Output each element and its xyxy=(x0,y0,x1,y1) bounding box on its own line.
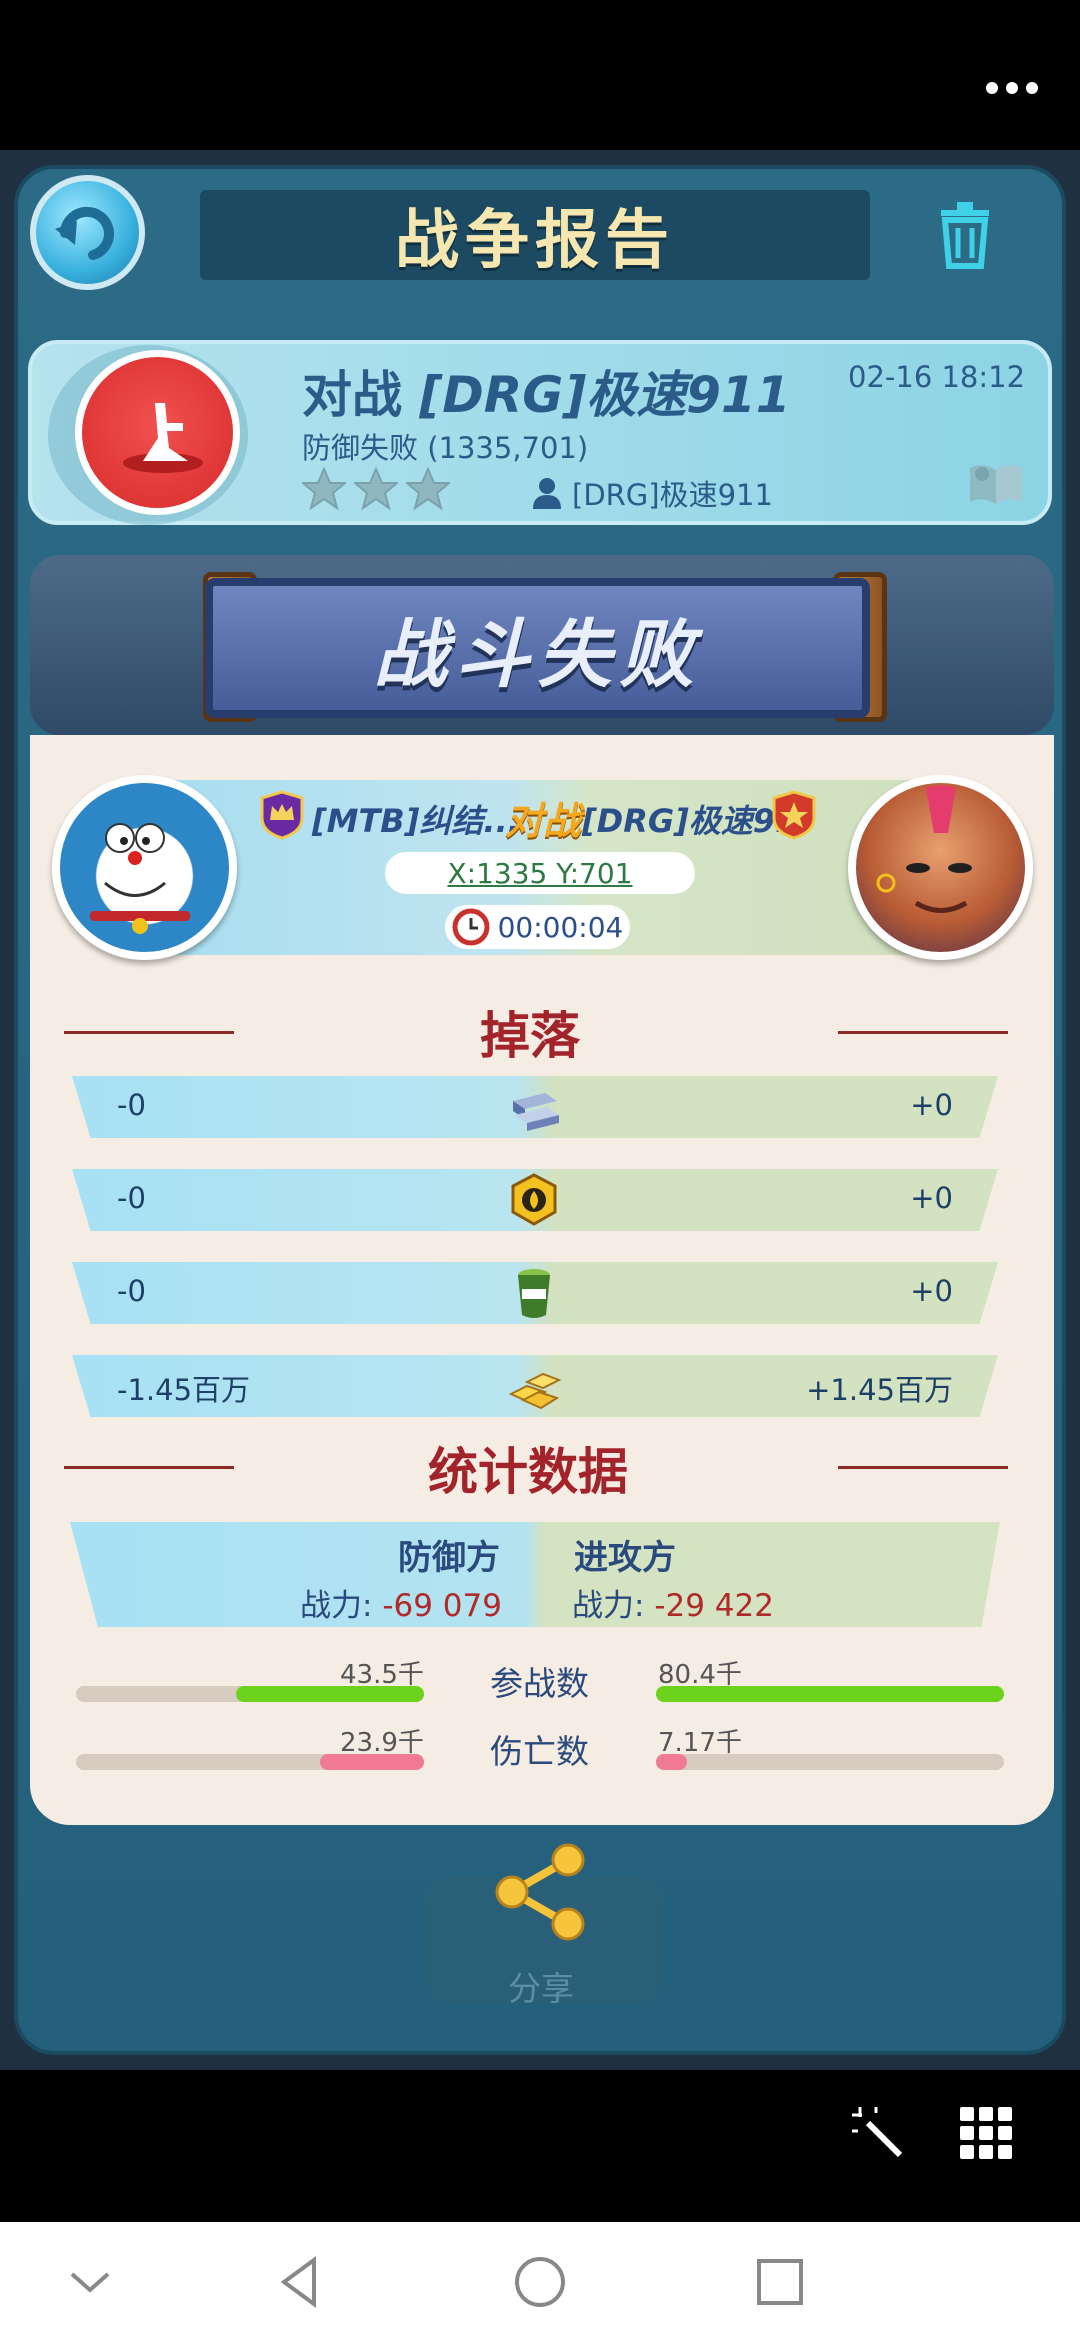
player-name: [DRG]极速911 xyxy=(572,478,773,512)
stats-title: 统计数据 xyxy=(428,1443,628,1501)
defender-power-value: -69 079 xyxy=(382,1588,502,1624)
report-result: 防御失败 (1335,701) xyxy=(302,431,589,465)
casualties-label: 伤亡数 xyxy=(490,1732,589,1771)
trash-icon[interactable] xyxy=(935,200,995,270)
drop-left-value: -1.45百万 xyxy=(117,1373,251,1407)
back-button[interactable] xyxy=(30,175,145,290)
magic-wand-icon[interactable] xyxy=(850,2105,905,2160)
opponent-name: [DRG]极速911 xyxy=(419,366,791,424)
replay-book-icon[interactable] xyxy=(968,460,1024,506)
attacker-power: 战力: -29 422 xyxy=(572,1580,774,1625)
casualties-right-bar xyxy=(656,1754,1004,1770)
recents-square-icon[interactable] xyxy=(750,2252,810,2312)
star-rating xyxy=(302,467,450,511)
battle-coordinates-link[interactable]: X:1335 Y:701 xyxy=(385,852,695,894)
drop-left-value: -0 xyxy=(117,1274,146,1308)
defender-name: [MTB]纠结... xyxy=(312,802,520,840)
crown-rank-icon xyxy=(260,790,304,840)
casualties-right-fill xyxy=(656,1754,688,1770)
stats-band xyxy=(70,1522,1000,1627)
divider xyxy=(838,1466,1008,1469)
home-circle-icon[interactable] xyxy=(510,2252,570,2312)
share-label: 分享 xyxy=(508,1969,574,2008)
report-title: 对战 [DRG]极速911 xyxy=(302,355,791,427)
power-label: 战力: xyxy=(300,1588,383,1624)
troops-label: 参战数 xyxy=(490,1664,589,1703)
tools-bar xyxy=(0,2070,1080,2220)
star-icon xyxy=(354,467,398,511)
casualties-left-fill xyxy=(319,1754,424,1770)
battle-failed-banner: 战斗失败 xyxy=(205,578,870,718)
page-title: 战争报告 xyxy=(200,190,870,280)
divider xyxy=(64,1031,234,1034)
steel-icon xyxy=(513,1093,559,1131)
defender-power: 战力: -69 079 xyxy=(300,1580,502,1625)
more-options-icon[interactable] xyxy=(982,78,1042,98)
divider xyxy=(64,1466,234,1469)
star-rank-icon xyxy=(772,790,816,840)
vs-badge: 对战 xyxy=(505,799,582,843)
power-label: 战力: xyxy=(572,1588,655,1624)
star-icon xyxy=(406,467,450,511)
troops-right-fill xyxy=(656,1686,1004,1702)
casualties-left-bar xyxy=(76,1754,424,1770)
drop-right-value: +1.45百万 xyxy=(806,1373,953,1407)
drops-title: 掉落 xyxy=(480,1007,580,1065)
battle-duration: 00:00:04 xyxy=(445,905,630,949)
drop-left-value: -0 xyxy=(117,1088,146,1122)
oil-icon xyxy=(511,1173,557,1226)
player-line: [DRG]极速911 xyxy=(532,472,773,514)
drop-row: -0 +0 xyxy=(72,1169,998,1231)
drop-row: -1.45百万 +1.45百万 xyxy=(72,1355,998,1417)
drop-right-value: +0 xyxy=(910,1088,953,1122)
user-icon xyxy=(533,478,561,509)
report-timestamp: 02-16 18:12 xyxy=(848,360,1026,394)
drop-right-value: +0 xyxy=(910,1181,953,1215)
troops-left-fill xyxy=(236,1686,424,1702)
attacker-label: 进攻方 xyxy=(574,1538,676,1578)
attacker-power-value: -29 422 xyxy=(654,1588,774,1624)
share-icon[interactable] xyxy=(490,1842,590,1942)
drop-left-value: -0 xyxy=(117,1181,146,1215)
chevron-down-icon[interactable] xyxy=(60,2252,120,2312)
defender-avatar[interactable] xyxy=(52,775,237,960)
vs-prefix: 对战 xyxy=(302,366,402,424)
gold-icon xyxy=(508,1372,562,1410)
divider xyxy=(838,1031,1008,1034)
back-triangle-icon[interactable] xyxy=(270,2252,330,2312)
attacker-avatar[interactable] xyxy=(848,775,1033,960)
grid-menu-icon[interactable] xyxy=(960,2107,1012,2159)
clock-icon xyxy=(452,908,490,946)
drop-right-value: +0 xyxy=(910,1274,953,1308)
back-arrow-icon xyxy=(54,206,114,260)
defender-label: 防御方 xyxy=(398,1538,500,1578)
defense-failed-icon xyxy=(75,350,240,515)
food-icon xyxy=(518,1269,550,1318)
star-icon xyxy=(302,467,346,511)
duration-text: 00:00:04 xyxy=(497,910,624,944)
troops-left-bar xyxy=(76,1686,424,1702)
top-bar xyxy=(0,0,1080,150)
troops-right-bar xyxy=(656,1686,1004,1702)
drop-row: -0 +0 xyxy=(72,1262,998,1324)
drop-row: -0 +0 xyxy=(72,1076,998,1138)
